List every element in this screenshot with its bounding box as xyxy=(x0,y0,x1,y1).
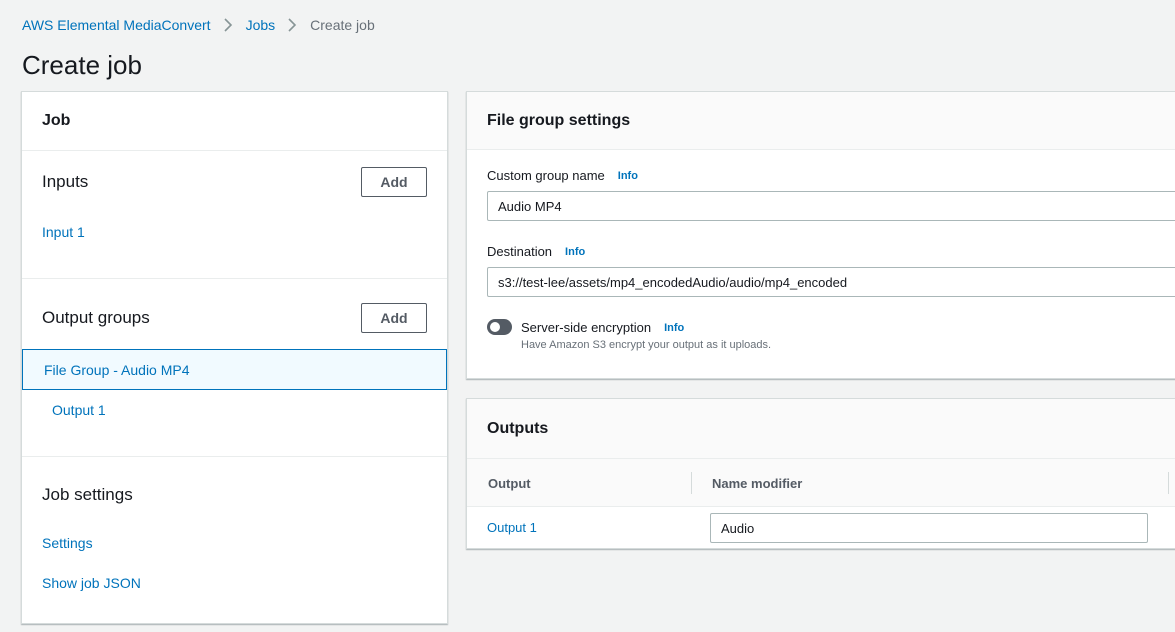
custom-group-name-input[interactable] xyxy=(487,191,1175,221)
custom-group-name-info-link[interactable]: Info xyxy=(618,170,638,182)
job-panel: Job Inputs Add Input 1 Output groups Add… xyxy=(21,91,448,624)
outputs-header: Outputs xyxy=(467,399,1175,459)
chevron-right-icon xyxy=(287,18,297,32)
custom-group-name-label-text: Custom group name xyxy=(487,168,605,183)
breadcrumb: AWS Elemental MediaConvert Jobs Create j… xyxy=(22,16,375,34)
chevron-right-icon xyxy=(223,18,233,32)
file-group-settings-panel: File group settings Custom group name In… xyxy=(466,91,1175,379)
outputs-table-header: Output Name modifier xyxy=(467,459,1175,507)
settings-link[interactable]: Settings xyxy=(42,535,93,551)
file-group-settings-header: File group settings xyxy=(467,92,1175,150)
output-1-link[interactable]: Output 1 xyxy=(52,402,106,418)
output-group-label: File Group - Audio MP4 xyxy=(44,361,190,378)
divider xyxy=(22,456,447,457)
add-input-button[interactable]: Add xyxy=(361,167,427,197)
add-output-group-button[interactable]: Add xyxy=(361,303,427,333)
inputs-title: Inputs xyxy=(42,172,89,191)
breadcrumb-jobs-link[interactable]: Jobs xyxy=(246,17,276,33)
destination-info-link[interactable]: Info xyxy=(565,246,585,258)
destination-label-text: Destination xyxy=(487,244,553,259)
server-side-encryption-toggle[interactable] xyxy=(487,319,512,335)
breadcrumb-current: Create job xyxy=(310,17,375,33)
destination-input[interactable] xyxy=(487,267,1175,297)
server-side-encryption-description: Have Amazon S3 encrypt your output as it… xyxy=(521,339,772,351)
column-header-name-modifier: Name modifier xyxy=(712,475,803,491)
outputs-panel: Outputs Output Name modifier Output 1 xyxy=(466,398,1175,549)
custom-group-name-label: Custom group name Info xyxy=(487,168,638,183)
output-group-file-group-item[interactable]: File Group - Audio MP4 xyxy=(22,349,447,390)
destination-label: Destination Info xyxy=(487,244,585,259)
server-side-encryption-label: Server-side encryption Info xyxy=(521,320,684,335)
column-header-output: Output xyxy=(488,475,531,491)
encryption-info-link[interactable]: Info xyxy=(664,322,684,334)
server-side-encryption-label-text: Server-side encryption xyxy=(521,320,652,335)
breadcrumb-mediaconvert-link[interactable]: AWS Elemental MediaConvert xyxy=(22,17,211,33)
name-modifier-input[interactable] xyxy=(710,513,1148,543)
job-settings-title: Job settings xyxy=(42,485,133,504)
job-panel-header: Job xyxy=(22,92,447,151)
input-1-link[interactable]: Input 1 xyxy=(42,224,85,240)
toggle-knob xyxy=(490,322,500,332)
column-divider xyxy=(691,472,692,494)
output-row-link[interactable]: Output 1 xyxy=(487,520,537,535)
output-groups-title: Output groups xyxy=(42,308,150,327)
divider xyxy=(22,278,447,279)
show-job-json-link[interactable]: Show job JSON xyxy=(42,575,141,591)
column-divider xyxy=(1168,472,1169,494)
page-title: Create job xyxy=(22,50,142,80)
